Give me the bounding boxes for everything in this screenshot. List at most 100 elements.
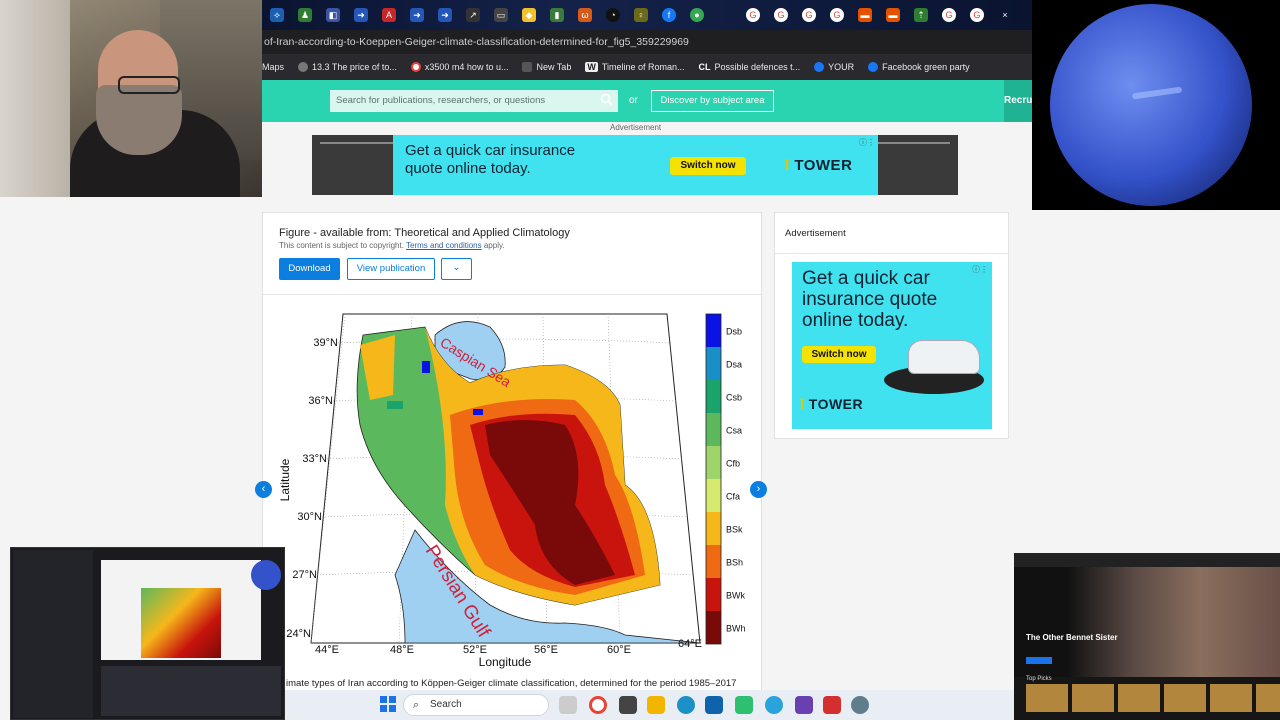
webcam-wall <box>0 0 70 197</box>
tab-icon[interactable]: ➜ <box>410 8 424 22</box>
address-bar[interactable]: of-Iran-according-to-Koeppen-Geiger-clim… <box>262 30 1032 54</box>
terms-link[interactable]: Terms and conditions <box>406 241 482 250</box>
bookmark-label: Facebook green party <box>882 62 970 72</box>
advertisement-label: Advertisement <box>785 228 846 239</box>
tab-icon[interactable]: A <box>382 8 396 22</box>
legend-label-csa: Csa <box>726 426 742 436</box>
switch-now-button[interactable]: Switch now <box>670 157 746 175</box>
bookmark-item[interactable]: CL Possible defences t... <box>699 62 801 72</box>
google-icon <box>410 62 421 72</box>
ad-info-icon[interactable]: ⓘ⋮ <box>859 137 875 148</box>
bookmark-label: YOUR <box>828 62 855 72</box>
region-csb <box>387 401 403 409</box>
edge-icon[interactable] <box>677 696 695 714</box>
bookmark-item[interactable]: 13.3 The price of to... <box>298 62 397 72</box>
maps-icon[interactable]: ● <box>690 8 704 22</box>
top-ad-banner[interactable]: Get a quick car insurance quote online t… <box>393 135 878 195</box>
view-publication-button[interactable]: View publication <box>347 258 435 280</box>
ad-info-icon[interactable]: ⓘ⋮ <box>972 264 988 275</box>
tab-icon[interactable]: ▮ <box>550 8 564 22</box>
google-icon[interactable]: G <box>802 8 816 22</box>
app-icon[interactable] <box>619 696 637 714</box>
search-icon: ⌕ <box>413 699 420 711</box>
tab-icon[interactable]: ◧ <box>326 8 340 22</box>
bookmark-item[interactable]: Facebook green party <box>868 62 970 72</box>
chrome-icon[interactable] <box>589 696 607 714</box>
app-icon[interactable] <box>735 696 753 714</box>
taskbar-search[interactable]: ⌕ Search <box>403 694 549 716</box>
more-options-button[interactable]: ⌄ <box>441 258 472 280</box>
previous-figure-button[interactable]: ‹ <box>255 481 272 498</box>
google-icon[interactable]: G <box>774 8 788 22</box>
neptune-overlay <box>1032 0 1280 210</box>
webcam-overlay <box>0 0 262 197</box>
bookmark-item[interactable]: YOUR <box>814 62 854 72</box>
tab-icon[interactable]: ⇡ <box>914 8 928 22</box>
search-icon[interactable] <box>600 93 614 107</box>
mini-neptune <box>251 560 281 590</box>
tab-icon[interactable]: ⟡ <box>270 8 284 22</box>
telegram-icon[interactable] <box>765 696 783 714</box>
task-view-icon[interactable] <box>559 696 577 714</box>
bookmark-item[interactable]: x3500 m4 how to u... <box>410 62 508 72</box>
tab-icon[interactable]: ♀ <box>634 8 648 22</box>
ad-headline-line: Get a quick car <box>802 268 930 289</box>
new-tab-icon <box>522 62 533 72</box>
mini-map <box>141 588 221 658</box>
tower-brand-text: TOWER <box>794 157 853 174</box>
tab-icon[interactable]: ♟ <box>298 8 312 22</box>
tab-icon[interactable]: ↗ <box>466 8 480 22</box>
search-input[interactable]: Search for publications, researchers, or… <box>330 90 618 112</box>
next-figure-button[interactable]: › <box>750 481 767 498</box>
bookmark-label: Timeline of Roman... <box>601 62 685 72</box>
mini-play-button[interactable] <box>1026 657 1052 664</box>
close-tab-icon[interactable]: × <box>998 8 1012 22</box>
lat-tick: 33°N <box>302 453 327 465</box>
tab-icon[interactable]: ω <box>578 8 592 22</box>
tab-icon[interactable]: ▬ <box>858 8 872 22</box>
google-icon[interactable]: G <box>830 8 844 22</box>
switch-now-button[interactable]: Switch now <box>802 346 876 363</box>
app-icon[interactable] <box>823 696 841 714</box>
mini-screen-capture <box>10 547 285 720</box>
copyright-notice: This content is subject to copyright. Te… <box>279 241 505 250</box>
recruit-button[interactable]: Recrui <box>1004 80 1034 122</box>
copyright-text: This content is subject to copyright. <box>279 241 404 250</box>
legend-swatch-bwh <box>706 611 721 644</box>
google-icon[interactable]: G <box>970 8 984 22</box>
tab-icon[interactable]: ▭ <box>494 8 508 22</box>
legend-swatch-bsh <box>706 545 721 578</box>
app-icon[interactable] <box>795 696 813 714</box>
file-explorer-icon[interactable] <box>647 696 665 714</box>
bookmark-label: Maps <box>262 62 285 72</box>
tab-icon[interactable]: ◆ <box>522 8 536 22</box>
region-dsb <box>422 361 430 373</box>
google-icon[interactable]: G <box>942 8 956 22</box>
legend-label-cfb: Cfb <box>726 459 740 469</box>
settings-gear-icon[interactable] <box>851 696 869 714</box>
browser-tab-strip: ⟡ ♟ ◧ ➜ A ➜ ➜ ↗ ▭ ◆ ▮ ω ◔ ♀ f ● G G G G … <box>262 0 1032 30</box>
ad-headline: Get a quick car insurance quote online t… <box>802 268 937 331</box>
chevron-down-icon: ⌄ <box>452 262 461 273</box>
bookmark-item[interactable]: W Timeline of Roman... <box>585 62 685 72</box>
tab-icon[interactable]: ◔ <box>606 8 620 22</box>
mini-streaming-capture: The Other Bennet Sister Top Picks <box>1014 553 1280 720</box>
ad-headline-line: online today. <box>802 310 909 331</box>
windows-start-icon[interactable] <box>380 696 398 714</box>
tab-icon[interactable]: ➜ <box>438 8 452 22</box>
mail-icon[interactable] <box>705 696 723 714</box>
tab-icon[interactable]: ▬ <box>886 8 900 22</box>
bookmark-item[interactable]: Maps <box>262 62 284 72</box>
download-button[interactable]: Download <box>279 258 340 280</box>
ad-headline-line: quote online today. <box>405 160 531 177</box>
lon-tick: 60°E <box>607 644 631 656</box>
legend-swatch-cfa <box>706 479 721 512</box>
side-ad-banner[interactable]: Get a quick car insurance quote online t… <box>792 262 992 429</box>
mini-sidebar <box>13 550 93 718</box>
tab-icon[interactable]: ➜ <box>354 8 368 22</box>
google-icon[interactable]: G <box>746 8 760 22</box>
bookmark-item[interactable]: New Tab <box>522 62 571 72</box>
ad-headline: Get a quick car insurance quote online t… <box>405 142 575 178</box>
facebook-icon[interactable]: f <box>662 8 676 22</box>
discover-button[interactable]: Discover by subject area <box>651 90 774 112</box>
